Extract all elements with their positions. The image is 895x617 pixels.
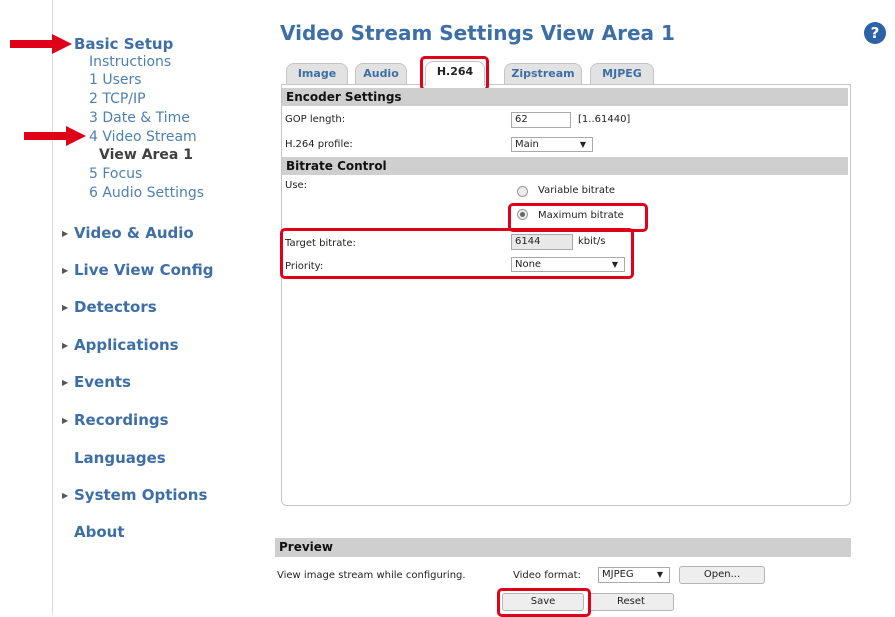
nav-item-users[interactable]: 1 Users (89, 72, 142, 88)
nav-recordings[interactable]: ▶ Recordings (62, 411, 169, 429)
nav-label: Applications (74, 336, 179, 354)
variable-bitrate-label: Variable bitrate (538, 185, 616, 196)
use-label: Use: (285, 180, 308, 191)
video-format-select[interactable]: MJPEG ▼ (598, 567, 670, 583)
nav-languages[interactable]: Languages (74, 449, 166, 467)
video-format-label: Video format: (513, 570, 581, 581)
tab-image[interactable]: Image (286, 63, 348, 84)
preview-text: View image stream while configuring. (277, 570, 466, 581)
select-value: MJPEG (602, 569, 634, 580)
encoder-settings-header: Encoder Settings (282, 88, 848, 106)
nav-divider (52, 0, 53, 615)
nav-item-focus[interactable]: 5 Focus (89, 166, 142, 182)
gop-range-text: [1..61440] (578, 114, 631, 125)
triangle-right-icon: ▶ (62, 341, 69, 350)
h264-profile-label: H.264 profile: (285, 139, 353, 150)
preview-header: Preview (275, 538, 851, 557)
nav-label: Events (74, 373, 131, 391)
nav-item-date-time[interactable]: 3 Date & Time (89, 110, 190, 126)
highlight-box (497, 588, 591, 617)
page-title: Video Stream Settings View Area 1 (280, 21, 675, 45)
triangle-right-icon: ▶ (62, 378, 69, 387)
red-arrow-icon (24, 126, 86, 146)
triangle-right-icon: ▶ (62, 266, 69, 275)
nav-about[interactable]: About (74, 523, 125, 541)
tab-audio[interactable]: Audio (355, 63, 407, 84)
triangle-right-icon: ▶ (62, 303, 69, 312)
nav-item-tcpip[interactable]: 2 TCP/IP (89, 91, 146, 107)
nav-item-instructions[interactable]: Instructions (89, 54, 171, 70)
bitrate-control-header: Bitrate Control (282, 157, 848, 175)
nav-video-audio[interactable]: ▶ Video & Audio (62, 224, 194, 242)
nav-basic-setup[interactable]: Basic Setup (74, 35, 173, 53)
nav-item-audio-settings[interactable]: 6 Audio Settings (89, 185, 204, 201)
select-value: Main (515, 139, 539, 150)
nav-item-view-area-1[interactable]: View Area 1 (99, 147, 193, 163)
reset-button[interactable]: Reset (588, 593, 674, 611)
open-button[interactable]: Open... (679, 566, 765, 584)
tab-mjpeg[interactable]: MJPEG (590, 63, 654, 84)
highlight-box (420, 56, 489, 91)
tab-zipstream[interactable]: Zipstream (504, 63, 582, 84)
nav-applications[interactable]: ▶ Applications (62, 336, 179, 354)
highlight-box (280, 228, 634, 279)
red-arrow-icon (10, 34, 72, 54)
nav-label: Recordings (74, 411, 169, 429)
help-icon[interactable]: ? (864, 22, 886, 44)
nav-item-video-stream[interactable]: 4 Video Stream (89, 129, 197, 145)
nav-live-view-config[interactable]: ▶ Live View Config (62, 261, 214, 279)
h264-profile-select[interactable]: Main ▼ (511, 137, 593, 152)
nav-label: Live View Config (74, 261, 214, 279)
radio-variable-bitrate[interactable] (517, 186, 528, 197)
triangle-right-icon: ▶ (62, 229, 69, 238)
nav-label: System Options (74, 486, 208, 504)
dropdown-arrow-icon: ▼ (656, 570, 663, 579)
nav-label: Detectors (74, 298, 157, 316)
nav-label: Video & Audio (74, 224, 194, 242)
gop-length-input[interactable]: 62 (511, 112, 571, 128)
triangle-right-icon: ▶ (62, 491, 69, 500)
nav-events[interactable]: ▶ Events (62, 373, 131, 391)
nav-system-options[interactable]: ▶ System Options (62, 486, 208, 504)
gop-length-label: GOP length: (285, 114, 346, 125)
dropdown-arrow-icon: ▼ (579, 140, 586, 149)
nav-detectors[interactable]: ▶ Detectors (62, 298, 157, 316)
triangle-right-icon: ▶ (62, 416, 69, 425)
